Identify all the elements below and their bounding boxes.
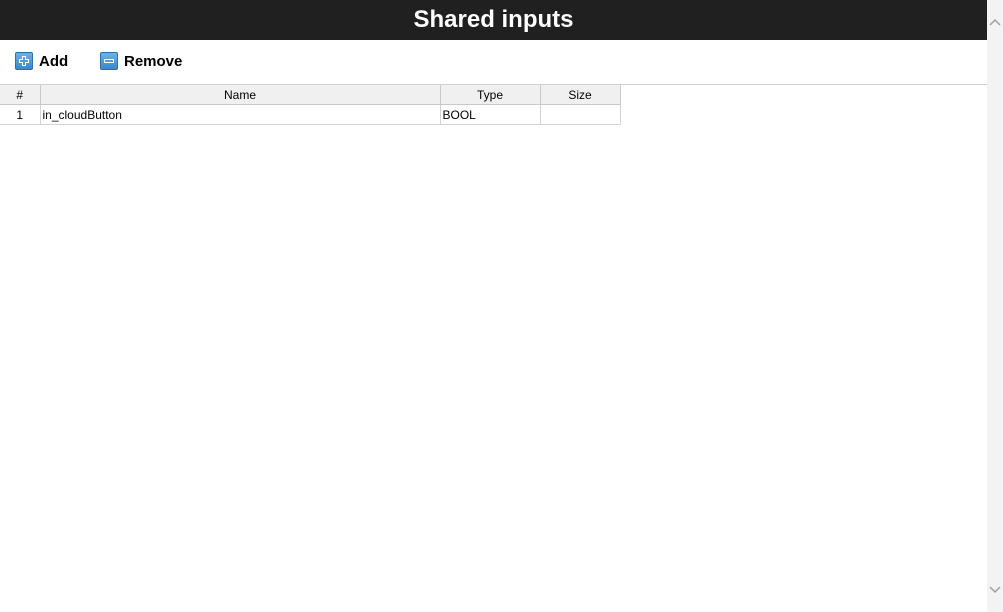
add-button-label: Add	[39, 52, 69, 70]
column-header-type[interactable]: Type	[439, 85, 541, 105]
add-button[interactable]: Add	[15, 51, 68, 71]
page-title: Shared inputs	[0, 0, 987, 40]
plus-square-icon	[15, 52, 33, 70]
size-cell[interactable]	[539, 104, 621, 125]
remove-button[interactable]: Remove	[100, 51, 182, 71]
scroll-up-button[interactable]	[987, 14, 1003, 30]
remove-button-label: Remove	[124, 52, 183, 70]
chevron-up-icon	[989, 18, 1001, 26]
shared-inputs-window: Shared inputs Add Remove # Name Type Siz…	[0, 0, 1003, 612]
chevron-down-icon	[989, 586, 1001, 594]
column-header-size[interactable]: Size	[539, 85, 621, 105]
type-cell[interactable]: BOOL	[439, 104, 541, 125]
name-cell[interactable]: in_cloudButton	[39, 104, 441, 125]
table-header-row: # Name Type Size	[0, 85, 621, 105]
column-header-name[interactable]: Name	[39, 85, 441, 105]
row-index-cell[interactable]: 1	[0, 104, 41, 125]
column-header-index[interactable]: #	[0, 85, 41, 105]
vertical-scrollbar[interactable]	[987, 0, 1003, 612]
table-row[interactable]: 1 in_cloudButton BOOL	[0, 104, 621, 125]
toolbar: Add Remove	[0, 40, 987, 85]
shared-inputs-table: # Name Type Size 1 in_cloudButton BOOL	[0, 85, 621, 125]
scroll-down-button[interactable]	[987, 582, 1003, 598]
minus-square-icon	[100, 52, 118, 70]
